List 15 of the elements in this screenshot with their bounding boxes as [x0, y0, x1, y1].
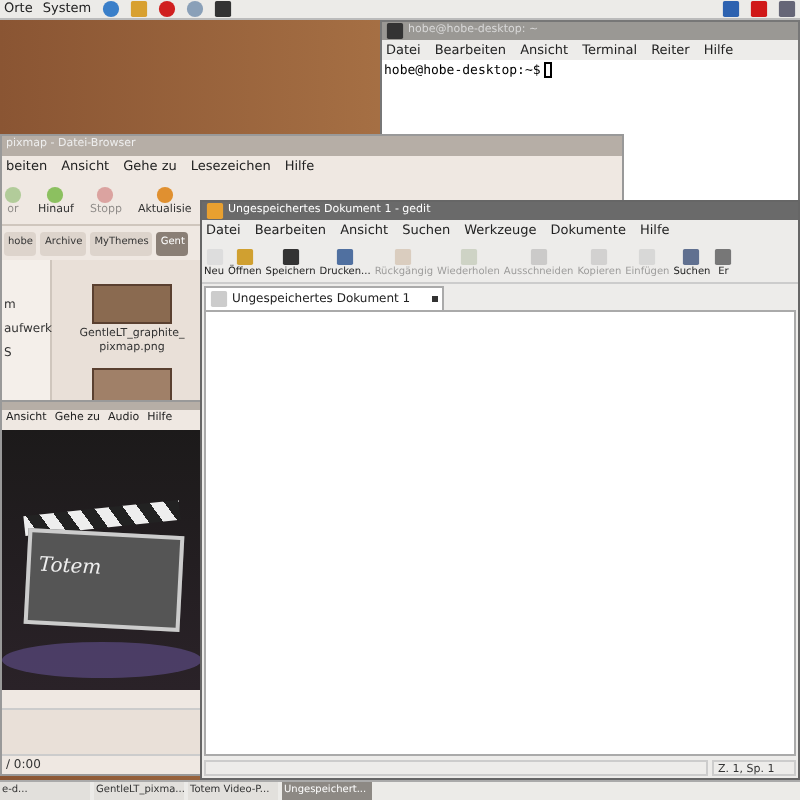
- toolbar-icon: [459, 247, 478, 265]
- toolbar-icon: [394, 247, 413, 265]
- toolbar-icon: [281, 247, 300, 265]
- circle-icon: [4, 185, 22, 204]
- thumbnail-icon: [92, 284, 172, 324]
- toolbar-icon: [336, 247, 355, 265]
- toolbar-icon: [529, 247, 548, 265]
- circle-icon: [96, 185, 115, 204]
- circle-icon: [155, 185, 174, 204]
- toolbar-icon: [590, 247, 609, 265]
- text-cursor: [544, 62, 553, 78]
- seek-bar[interactable]: [2, 690, 200, 710]
- logo-text: Totem: [37, 554, 101, 580]
- circle-icon: [46, 185, 65, 204]
- close-icon[interactable]: [432, 296, 439, 302]
